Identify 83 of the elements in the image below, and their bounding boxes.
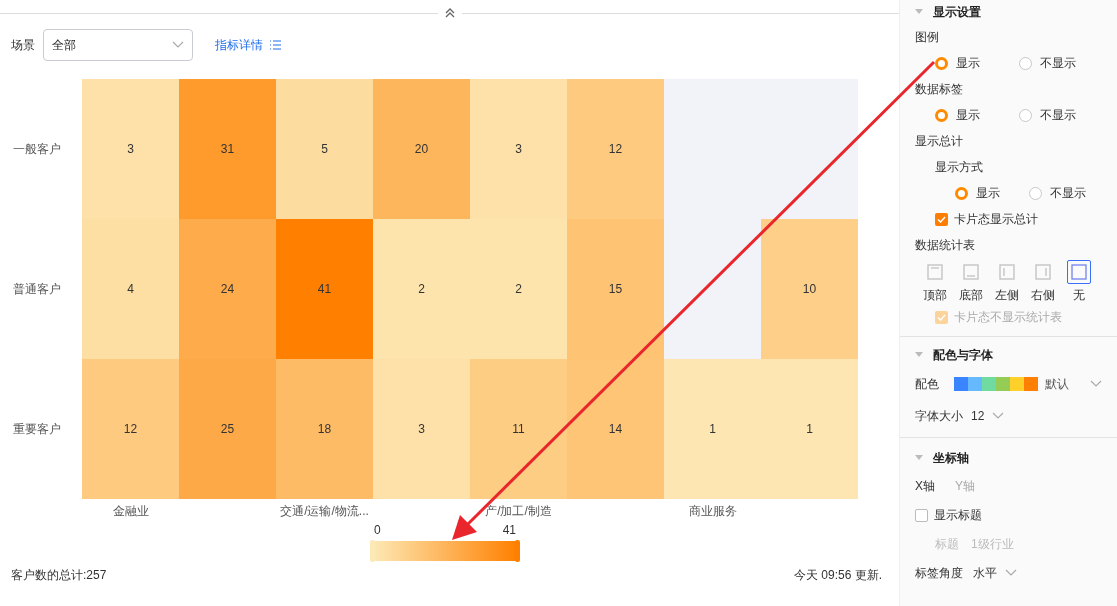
layout-icon xyxy=(999,264,1015,280)
label-angle-select[interactable]: 水平 xyxy=(973,564,1017,582)
axis-label: 商业服务 xyxy=(688,502,737,520)
legend-max: 41 xyxy=(502,523,516,537)
radio-option[interactable]: 不显示 xyxy=(1018,54,1102,72)
check-icon xyxy=(937,215,946,223)
heatmap-cell: 12 xyxy=(567,79,664,219)
collapse-icon[interactable] xyxy=(443,7,456,19)
position-option[interactable]: 左侧 xyxy=(991,260,1023,304)
list-icon xyxy=(269,40,281,50)
filter-label: 场景 xyxy=(11,36,35,54)
section-title: 配色与字体 xyxy=(933,346,993,364)
chevron-down-icon xyxy=(1090,380,1102,388)
caret-icon[interactable] xyxy=(915,455,923,461)
heatmap-cell: 1 xyxy=(761,359,858,499)
palette-select[interactable]: 默认 xyxy=(954,375,1102,393)
heatmap-cell: 31 xyxy=(179,79,276,219)
field-label: 数据统计表 xyxy=(915,236,975,254)
details-link[interactable]: 指标详情 xyxy=(215,36,281,54)
position-option[interactable]: 右侧 xyxy=(1027,260,1059,304)
heatmap-cell: 2 xyxy=(470,219,567,359)
axis-tab[interactable]: X轴 xyxy=(915,477,935,495)
radio-option[interactable]: 不显示 xyxy=(1028,184,1102,202)
chevron-down-icon xyxy=(992,412,1005,420)
heatmap-cell: 3 xyxy=(373,359,470,499)
field-label: 数据标签 xyxy=(915,80,963,98)
heatmap-cell: 18 xyxy=(276,359,373,499)
heatmap-cell: 4 xyxy=(82,219,179,359)
check-icon xyxy=(937,313,946,321)
field-label: 显示总计 xyxy=(915,132,963,150)
layout-icon xyxy=(927,264,943,280)
axis-label: 重要客户 xyxy=(12,420,62,438)
range-handle[interactable] xyxy=(515,540,520,562)
position-option[interactable]: 顶部 xyxy=(919,260,951,304)
heatmap-cell: 11 xyxy=(470,359,567,499)
heatmap-cell: 24 xyxy=(179,219,276,359)
checkbox[interactable]: 显示标题 xyxy=(915,506,982,524)
total-text: 客户数的总计:257 xyxy=(11,567,107,584)
axis-label: 金融业 xyxy=(112,502,149,520)
update-time: 今天 09:56 更新. xyxy=(793,567,882,584)
range-handle[interactable] xyxy=(370,540,375,562)
position-option[interactable]: 底部 xyxy=(955,260,987,304)
heatmap-cell: 3 xyxy=(470,79,567,219)
heatmap-cell: 10 xyxy=(761,219,858,359)
layout-icon xyxy=(963,264,979,280)
axis-label: 产/加工/制造 xyxy=(485,502,552,520)
scene-select[interactable]: 全部 xyxy=(43,29,193,61)
heatmap-cell: 12 xyxy=(82,359,179,499)
chevron-down-icon xyxy=(1005,569,1017,577)
caret-icon[interactable] xyxy=(915,9,923,15)
chevron-down-icon xyxy=(172,41,184,49)
radio-option[interactable]: 不显示 xyxy=(1018,106,1102,124)
field-label: 图例 xyxy=(915,28,939,46)
field-label: 配色 xyxy=(915,375,939,393)
field-label: 标签角度 xyxy=(915,564,963,582)
field-label: 字体大小 xyxy=(915,407,963,425)
heatmap-cell: 14 xyxy=(567,359,664,499)
title-value: 1级行业 xyxy=(971,535,1014,553)
heatmap-cell: 2 xyxy=(373,219,470,359)
radio-option[interactable]: 显示 xyxy=(935,106,1019,124)
axis-label: 一般客户 xyxy=(12,140,62,158)
heatmap-cell: 5 xyxy=(276,79,373,219)
axis-label: 普通客户 xyxy=(12,280,62,298)
font-size-select[interactable]: 12 xyxy=(971,409,1005,423)
field-label: 标题 xyxy=(935,535,959,553)
axis-label: 交通/运输/物流... xyxy=(280,502,369,520)
heatmap-cell: 15 xyxy=(567,219,664,359)
layout-icon xyxy=(1035,264,1051,280)
caret-icon[interactable] xyxy=(915,352,923,358)
radio-option[interactable]: 显示 xyxy=(935,54,1019,72)
heatmap-cell: 1 xyxy=(664,359,761,499)
position-option[interactable]: 无 xyxy=(1063,260,1095,304)
heatmap-cell: 25 xyxy=(179,359,276,499)
heatmap-cell: 41 xyxy=(276,219,373,359)
legend-min: 0 xyxy=(374,523,381,537)
section-title: 坐标轴 xyxy=(933,449,969,467)
radio-option[interactable]: 显示 xyxy=(955,184,1029,202)
layout-icon xyxy=(1071,264,1087,280)
heatmap-cell: 3 xyxy=(82,79,179,219)
field-label: 显示方式 xyxy=(935,158,983,176)
heatmap-cell: 20 xyxy=(373,79,470,219)
checkbox[interactable]: 卡片态显示总计 xyxy=(935,210,1038,228)
section-title: 显示设置 xyxy=(933,3,981,21)
